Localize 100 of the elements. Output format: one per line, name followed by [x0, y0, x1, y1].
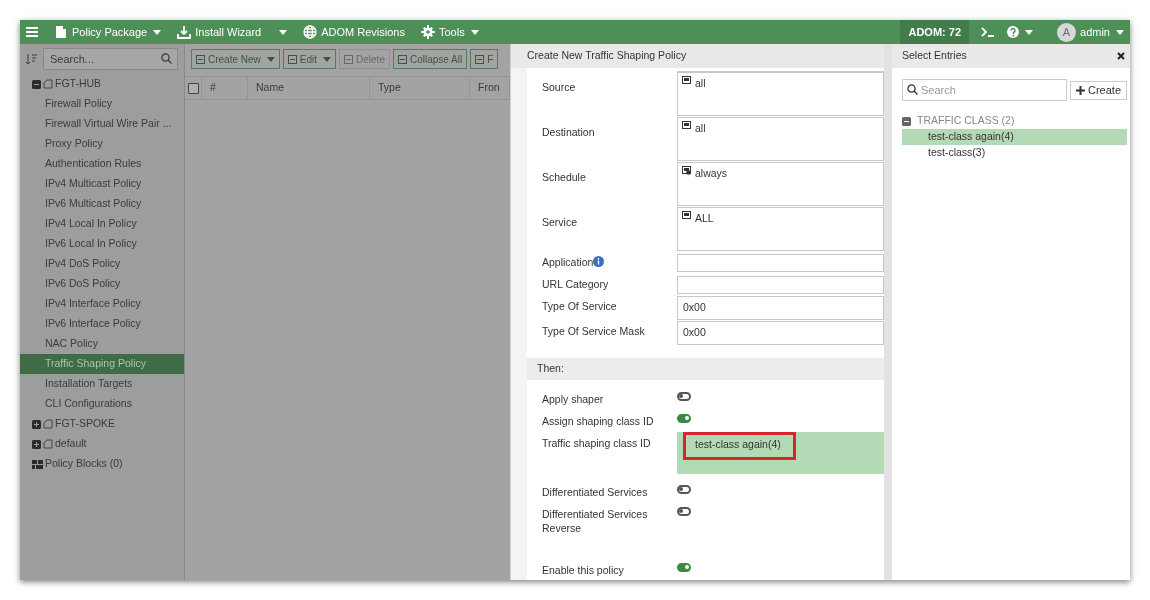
tree-item[interactable]: IPv4 DoS Policy	[20, 254, 184, 274]
button-icon	[287, 54, 297, 64]
info-icon[interactable]	[593, 256, 605, 267]
tree-item[interactable]: Firewall Policy	[20, 94, 184, 114]
button-icon	[397, 54, 407, 64]
toggle-switch[interactable]	[677, 507, 691, 516]
field-label: Differentiated Services Reverse	[541, 507, 649, 536]
tree-item[interactable]: IPv6 Interface Policy	[20, 314, 184, 334]
field-label: Type Of Service	[542, 299, 617, 314]
tree-item[interactable]: Proxy Policy	[20, 134, 184, 154]
gear-icon	[421, 25, 435, 39]
document-icon	[54, 25, 68, 39]
button-icon	[196, 54, 205, 64]
search-field[interactable]: Search...	[43, 48, 178, 70]
caret-icon	[266, 56, 275, 62]
create-button[interactable]: Create	[1070, 80, 1128, 100]
close-icon[interactable]	[1117, 52, 1126, 60]
selection-field[interactable]: all	[677, 117, 884, 161]
collapse-icon[interactable]	[902, 116, 911, 126]
menu-item[interactable]: Install Wizard	[177, 23, 288, 41]
search-icon	[161, 53, 172, 64]
column-header[interactable]: Type	[370, 77, 470, 99]
address-icon	[682, 76, 691, 85]
expand-icon[interactable]	[32, 439, 41, 449]
tree-item[interactable]: IPv6 DoS Policy	[20, 274, 184, 294]
sort-icon[interactable]	[26, 53, 37, 65]
toolbar-button[interactable]: Edit	[282, 49, 337, 69]
input-field[interactable]: 0x00	[677, 321, 884, 345]
tree-item[interactable]: CLI Configurations	[20, 394, 184, 414]
field-label: Service	[542, 215, 577, 230]
tree-item[interactable]: Installation Targets	[20, 374, 184, 394]
toggle-switch[interactable]	[677, 414, 691, 423]
collapse-icon[interactable]	[32, 79, 41, 89]
tree-item[interactable]: IPv6 Local In Policy	[20, 234, 184, 254]
schedule-icon	[682, 166, 691, 175]
user-menu[interactable]: admin	[1080, 23, 1124, 41]
tree-node[interactable]: FGT-HUB	[20, 74, 184, 94]
highlight-box: test-class again(4)	[683, 432, 796, 460]
selection-field[interactable]: always	[677, 162, 884, 206]
address-icon	[682, 121, 691, 130]
search-field[interactable]: Search	[902, 79, 1067, 101]
tree-item[interactable]: Authentication Rules	[20, 154, 184, 174]
tree-item[interactable]: NAC Policy	[20, 334, 184, 354]
field-label: Apply shaper	[541, 392, 605, 407]
toggle-switch[interactable]	[677, 563, 691, 572]
adom-badge[interactable]: ADOM: 72	[900, 20, 970, 44]
field-label: Enable this policy	[541, 563, 625, 578]
column-header[interactable]: #	[202, 77, 248, 99]
tree-item[interactable]: IPv6 Multicast Policy	[20, 194, 184, 214]
field-label: Traffic shaping class ID	[541, 436, 652, 451]
toolbar-button[interactable]: Collapse All	[392, 49, 468, 69]
input-field[interactable]	[677, 254, 884, 272]
tree-node[interactable]: default	[20, 434, 184, 454]
tree-node[interactable]: Policy Blocks (0)	[20, 454, 184, 474]
service-icon	[682, 211, 691, 220]
field-label: Type Of Service Mask	[542, 324, 645, 339]
panel-title: Select Entries	[902, 48, 968, 64]
caret-icon	[323, 56, 332, 62]
tree-item[interactable]: IPv4 Multicast Policy	[20, 174, 184, 194]
expand-icon[interactable]	[32, 419, 41, 429]
download-icon	[177, 25, 192, 39]
input-field[interactable]	[677, 276, 884, 294]
toolbar-button[interactable]: F	[470, 49, 499, 69]
search-icon	[907, 84, 918, 95]
list-item[interactable]: test-class(3)	[902, 145, 1128, 161]
device-icon	[43, 79, 53, 89]
field-label: Schedule	[542, 170, 586, 185]
toggle-switch[interactable]	[677, 485, 691, 494]
tree-item[interactable]: Traffic Shaping Policy	[20, 354, 184, 374]
input-field[interactable]: 0x00	[677, 296, 884, 320]
checkbox[interactable]	[187, 82, 199, 94]
menu-item[interactable]: Policy Package	[54, 23, 162, 41]
section-header: Then:	[527, 358, 884, 380]
toolbar-button[interactable]: Create New	[191, 49, 280, 69]
button-icon	[344, 54, 354, 64]
column-header[interactable]: Name	[248, 77, 370, 99]
tree-item[interactable]: IPv4 Local In Policy	[20, 214, 184, 234]
selection-field[interactable]: test-class again(4)	[677, 432, 884, 474]
button-icon	[475, 54, 485, 64]
field-label: URL Category	[542, 277, 609, 292]
tree-node[interactable]: FGT-SPOKE	[20, 414, 184, 434]
field-label: Differentiated Services	[541, 485, 649, 500]
caret-icon	[153, 29, 162, 35]
selection-field[interactable]: all	[677, 72, 884, 116]
user-avatar[interactable]: A	[1057, 22, 1077, 42]
menu-item[interactable]: ADOM Revisions	[303, 23, 405, 41]
group-header[interactable]: TRAFFIC CLASS (2)	[902, 113, 1128, 129]
help-icon[interactable]	[1007, 26, 1020, 38]
plus-icon	[1076, 85, 1085, 95]
tree-item[interactable]: IPv4 Interface Policy	[20, 294, 184, 314]
list-item[interactable]: test-class again(4)	[902, 129, 1128, 145]
menu-icon[interactable]	[26, 27, 38, 37]
field-label: Destination	[542, 125, 595, 140]
toggle-switch[interactable]	[677, 392, 691, 401]
tree-item[interactable]: Firewall Virtual Wire Pair ...	[20, 114, 184, 134]
menu-item[interactable]: Tools	[421, 23, 479, 41]
selection-field[interactable]: ALL	[677, 207, 884, 251]
terminal-icon[interactable]	[981, 27, 996, 37]
field-label: Assign shaping class ID	[541, 414, 655, 429]
caret-icon	[1116, 29, 1124, 35]
